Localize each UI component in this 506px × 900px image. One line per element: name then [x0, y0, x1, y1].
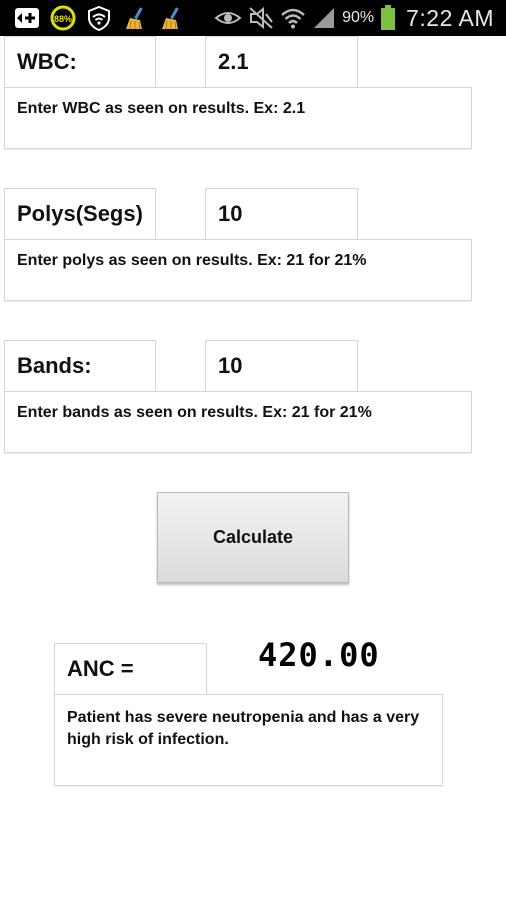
polys-hint: Enter polys as seen on results. Ex: 21 f… [4, 239, 472, 301]
wbc-input-value: 2.1 [218, 49, 249, 74]
anc-result-message: Patient has severe neutropenia and has a… [54, 694, 443, 786]
bands-input[interactable]: 10 [205, 340, 358, 392]
status-bar: 88% 90% 7:22 AM [0, 0, 506, 36]
wbc-hint: Enter WBC as seen on results. Ex: 2.1 [4, 87, 472, 149]
bands-hint: Enter bands as seen on results. Ex: 21 f… [4, 391, 472, 453]
add-box-icon [14, 7, 40, 29]
broom-icon [122, 5, 148, 31]
wifi-icon [280, 6, 306, 30]
polys-input[interactable]: 10 [205, 188, 358, 240]
bands-label-text: Bands: [17, 353, 92, 378]
bands-input-value: 10 [218, 353, 243, 378]
battery-badge-text: 88% [54, 14, 72, 24]
broom-icon [158, 5, 184, 31]
mute-icon [248, 6, 274, 30]
wbc-label-text: WBC: [17, 49, 77, 74]
anc-label-text: ANC = [67, 656, 134, 681]
wbc-input[interactable]: 2.1 [205, 36, 358, 88]
polys-label-text: Polys(Segs) [17, 201, 143, 226]
signal-icon [312, 7, 336, 29]
battery-icon [380, 5, 396, 31]
wbc-hint-text: Enter WBC as seen on results. Ex: 2.1 [17, 100, 306, 117]
calculate-button-label: Calculate [212, 527, 294, 547]
battery-saver-icon: 88% [50, 5, 76, 31]
polys-hint-text: Enter polys as seen on results. Ex: 21 f… [17, 252, 367, 269]
clock: 7:22 AM [406, 4, 494, 31]
shield-wifi-icon [86, 5, 112, 31]
anc-result-value: 420.00 [258, 636, 380, 674]
status-bar-system: 90% 7:22 AM [214, 4, 494, 32]
eye-icon [214, 8, 242, 28]
bands-hint-text: Enter bands as seen on results. Ex: 21 f… [17, 404, 372, 421]
polys-label: Polys(Segs) [4, 188, 156, 240]
bands-label: Bands: [4, 340, 156, 392]
wbc-label: WBC: [4, 36, 156, 88]
polys-input-value: 10 [218, 201, 243, 226]
anc-label: ANC = [54, 643, 207, 695]
anc-result-message-text: Patient has severe neutropenia and has a… [67, 709, 420, 748]
battery-percent: 90% [342, 9, 375, 26]
status-bar-notifications: 88% [14, 4, 184, 32]
calculate-button[interactable]: Calculate [157, 492, 349, 583]
